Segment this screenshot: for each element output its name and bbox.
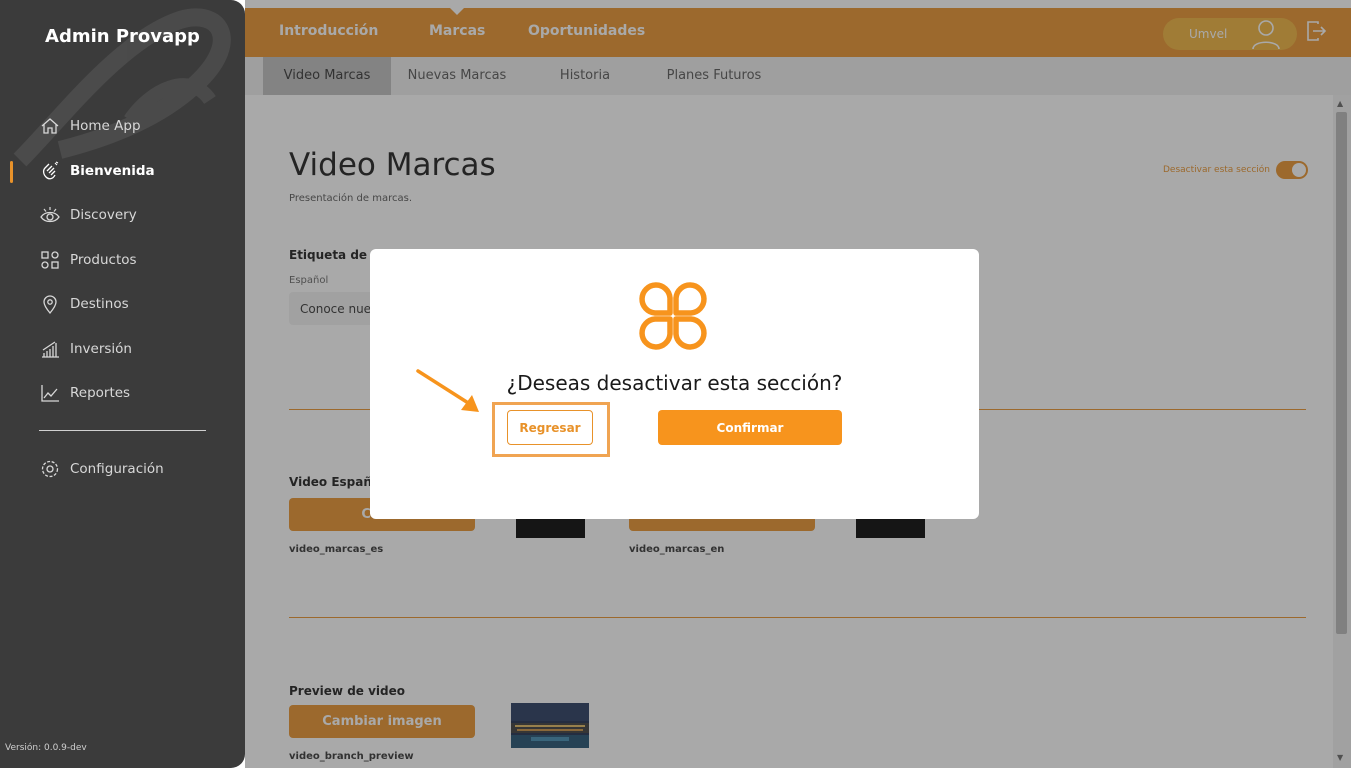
sidebar-item-label: Home App — [70, 118, 141, 135]
sidebar-item-inversion[interactable]: Inversión — [0, 327, 245, 372]
sidebar-item-label: Destinos — [70, 296, 129, 313]
sidebar-item-label: Productos — [70, 251, 137, 268]
gear-icon — [40, 459, 60, 479]
home-icon — [40, 116, 60, 136]
sidebar-config-group: Configuración — [0, 447, 245, 492]
version-label: Versión: 0.0.9-dev — [5, 743, 87, 753]
line-chart-icon — [40, 383, 60, 403]
sidebar-item-label: Configuración — [70, 461, 164, 478]
sidebar-nav: Home App Bienvenida Discovery Productos … — [0, 104, 245, 416]
back-button[interactable]: Regresar — [507, 410, 593, 445]
sidebar-divider — [39, 430, 206, 431]
window-edge — [1351, 0, 1366, 768]
sidebar-item-reportes[interactable]: Reportes — [0, 371, 245, 416]
clover-logo-icon — [639, 282, 707, 350]
sidebar-item-destinos[interactable]: Destinos — [0, 282, 245, 327]
sidebar-item-label: Reportes — [70, 385, 131, 402]
app-title: Admin Provapp — [45, 26, 200, 47]
sidebar: Admin Provapp Home App Bienvenida Discov… — [0, 0, 245, 768]
sidebar-item-productos[interactable]: Productos — [0, 238, 245, 283]
grid-shapes-icon — [40, 250, 60, 270]
hand-wave-icon — [40, 161, 60, 181]
sidebar-item-label: Inversión — [70, 340, 132, 357]
sidebar-item-discovery[interactable]: Discovery — [0, 193, 245, 238]
eye-icon — [40, 205, 60, 225]
sidebar-item-label: Discovery — [70, 207, 137, 224]
confirm-button[interactable]: Confirmar — [658, 410, 842, 445]
location-pin-icon — [40, 294, 60, 315]
bar-growth-icon — [40, 339, 60, 359]
sidebar-item-configuracion[interactable]: Configuración — [0, 447, 245, 492]
arrow-annotation-icon — [416, 369, 479, 412]
sidebar-item-bienvenida[interactable]: Bienvenida — [0, 149, 245, 194]
sidebar-item-label: Bienvenida — [70, 162, 155, 179]
sidebar-item-home-app[interactable]: Home App — [0, 104, 245, 149]
